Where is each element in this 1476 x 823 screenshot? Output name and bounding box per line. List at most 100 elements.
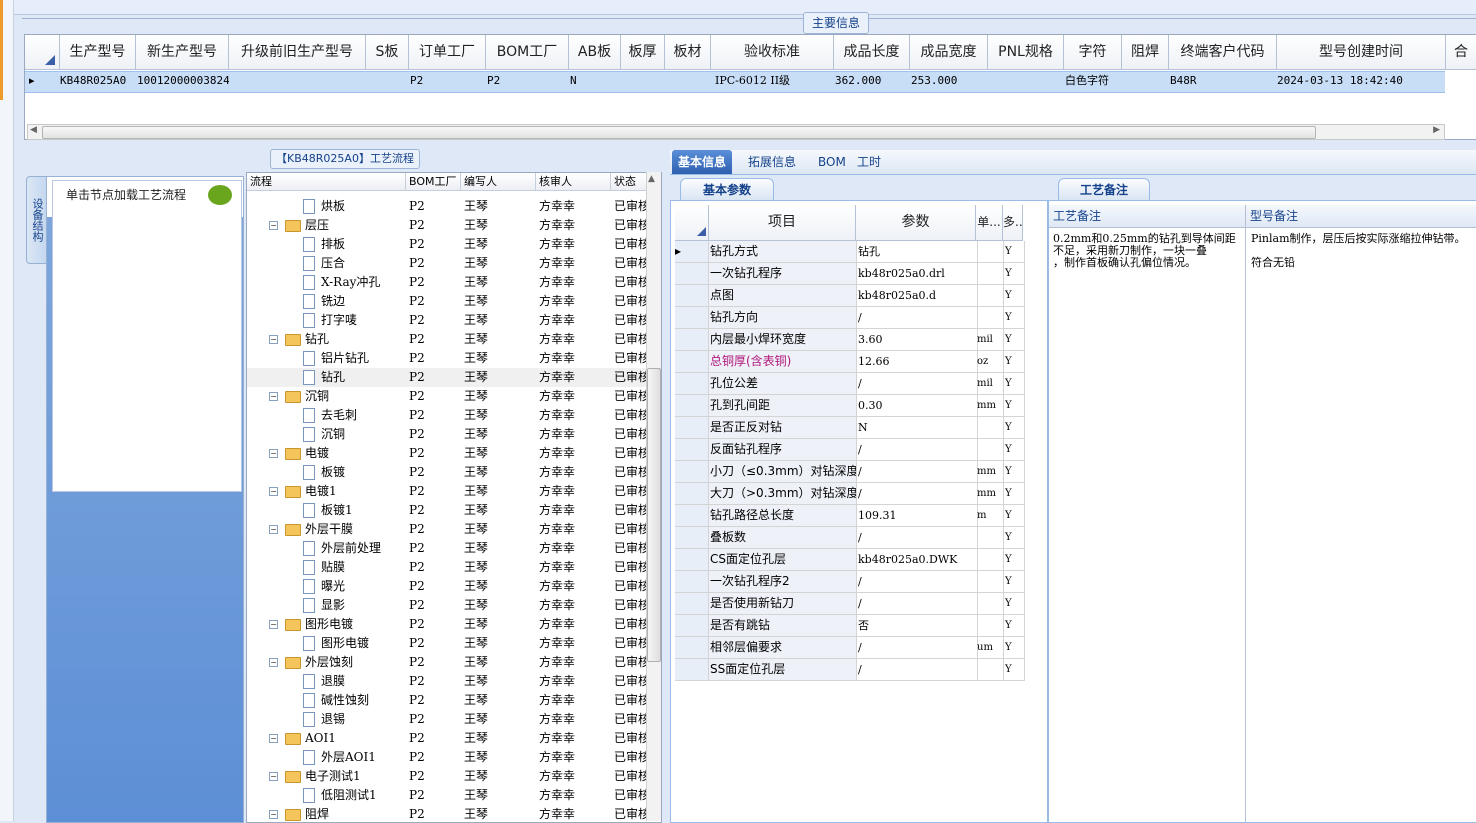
tree-col-writer[interactable]: 编写人 [461, 173, 536, 191]
tree-row[interactable]: 退膜 P2 王琴 方幸幸 已审核 [247, 672, 647, 691]
col-header-old-prod-model[interactable]: 升级前旧生产型号 [229, 35, 366, 70]
tree-row[interactable]: 显影 P2 王琴 方幸幸 已审核 [247, 596, 647, 615]
tree-row[interactable]: − 电子测试1 P2 王琴 方幸幸 已审核 [247, 767, 647, 786]
param-row[interactable]: 钻孔路径总长度 109.31 m Y [675, 505, 1025, 527]
param-value[interactable]: / [856, 527, 978, 549]
cell-new-prod-model[interactable]: 10012000003824 [133, 71, 229, 91]
scroll-thumb[interactable] [42, 126, 1316, 139]
param-row[interactable]: ▸ 钻孔方式 钻孔 Y [675, 241, 1025, 263]
tab-work-hours[interactable]: 工时 [851, 150, 887, 174]
param-value[interactable]: 钻孔 [856, 241, 978, 263]
tab-basic-params[interactable]: 基本参数 [680, 178, 774, 201]
param-value[interactable]: / [856, 439, 978, 461]
param-value[interactable]: / [856, 483, 978, 505]
param-row[interactable]: 大刀（>0.3mm）对钻深度 / mm Y [675, 483, 1025, 505]
load-process-label[interactable]: 单击节点加载工艺流程 [66, 186, 186, 203]
param-row[interactable]: 钻孔方向 / Y [675, 307, 1025, 329]
tree-row[interactable]: 贴膜 P2 王琴 方幸幸 已审核 [247, 558, 647, 577]
scroll-up-icon[interactable]: ▲ [648, 174, 655, 184]
param-row[interactable]: 小刀（≤0.3mm）对钻深度 / mm Y [675, 461, 1025, 483]
param-value[interactable]: / [856, 659, 978, 681]
tree-row[interactable]: 外层AOI1 P2 王琴 方幸幸 已审核 [247, 748, 647, 767]
col-header-prod-model[interactable]: 生产型号 [60, 35, 136, 70]
model-notes-text[interactable]: Pinlam制作，层压后按实际涨缩拉伸钻带。 符合无铅 [1251, 233, 1475, 269]
tree-row[interactable]: − 电镀1 P2 王琴 方幸幸 已审核 [247, 482, 647, 501]
tree-row[interactable]: − 电镀 P2 王琴 方幸幸 已审核 [247, 444, 647, 463]
tree-row[interactable]: 去毛刺 P2 王琴 方幸幸 已审核 [247, 406, 647, 425]
col-header-material[interactable]: 板材 [665, 35, 711, 70]
tree-row[interactable]: 钻孔 P2 王琴 方幸幸 已审核 [247, 368, 647, 387]
col-header-more[interactable]: 合 [1446, 35, 1476, 70]
tree-row[interactable]: 碱性蚀刻 P2 王琴 方幸幸 已审核 [247, 691, 647, 710]
cell-customer-code[interactable]: B48R [1166, 71, 1270, 91]
side-tab-equipment[interactable]: 设备结构 [26, 176, 48, 264]
param-value[interactable]: N [856, 417, 978, 439]
params-col-multi[interactable]: 多... [1003, 205, 1023, 241]
param-row[interactable]: 是否使用新钻刀 / Y [675, 593, 1025, 615]
collapse-icon[interactable]: − [269, 772, 278, 781]
collapse-icon[interactable]: − [269, 392, 278, 401]
param-value[interactable]: / [856, 637, 978, 659]
cell-acceptance[interactable]: IPC-6012 II级 [711, 71, 835, 91]
col-header-ab-board[interactable]: AB板 [569, 35, 621, 70]
tree-row[interactable]: 板镀1 P2 王琴 方幸幸 已审核 [247, 501, 647, 520]
tab-bom[interactable]: BOM [812, 150, 852, 174]
cell-bom-factory[interactable]: P2 [483, 71, 569, 91]
cell-prod-model[interactable]: KB48R025A0 [56, 71, 136, 91]
cell-width[interactable]: 253.000 [907, 71, 989, 91]
col-header-customer-code[interactable]: 终端客户代码 [1169, 35, 1277, 70]
param-value[interactable]: 否 [856, 615, 978, 637]
tree-row[interactable]: 打字唛 P2 王琴 方幸幸 已审核 [247, 311, 647, 330]
tree-col-flow[interactable]: 流程 [247, 173, 406, 191]
tree-row[interactable]: 曝光 P2 王琴 方幸幸 已审核 [247, 577, 647, 596]
tree-row[interactable]: 排板 P2 王琴 方幸幸 已审核 [247, 235, 647, 254]
col-header-created[interactable]: 型号创建时间 [1277, 35, 1446, 70]
param-row[interactable]: 孔到孔间距 0.30 mm Y [675, 395, 1025, 417]
param-value[interactable]: / [856, 571, 978, 593]
collapse-icon[interactable]: − [269, 221, 278, 230]
scroll-left-icon[interactable]: ◀ [30, 125, 37, 135]
param-value[interactable]: 3.60 [856, 329, 978, 351]
tree-row[interactable]: − 图形电镀 P2 王琴 方幸幸 已审核 [247, 615, 647, 634]
param-row[interactable]: CS面定位孔层 kb48r025a0.DWK Y [675, 549, 1025, 571]
tab-extended-info[interactable]: 拓展信息 [742, 150, 802, 174]
params-col-unit[interactable]: 单... [976, 205, 1003, 241]
tree-col-bom-factory[interactable]: BOM工厂 [406, 173, 461, 191]
tree-row[interactable]: − 沉铜 P2 王琴 方幸幸 已审核 [247, 387, 647, 406]
tree-row[interactable]: 压合 P2 王琴 方幸幸 已审核 [247, 254, 647, 273]
col-header-width[interactable]: 成品宽度 [910, 35, 988, 70]
col-header-acceptance[interactable]: 验收标准 [711, 35, 834, 70]
collapse-icon[interactable]: − [269, 620, 278, 629]
param-row[interactable]: 一次钻孔程序2/ Y [675, 571, 1025, 593]
tree-scroll-thumb[interactable] [647, 368, 661, 662]
tree-row[interactable]: − 钻孔 P2 王琴 方幸幸 已审核 [247, 330, 647, 349]
tree-col-status[interactable]: 状态 [611, 173, 651, 191]
col-header-pnl[interactable]: PNL规格 [988, 35, 1064, 70]
scroll-right-icon[interactable]: ▶ [1433, 125, 1440, 135]
tree-row[interactable]: − AOI1 P2 王琴 方幸幸 已审核 [247, 729, 647, 748]
tree-col-reviewer[interactable]: 核审人 [536, 173, 611, 191]
param-row[interactable]: 点图 kb48r025a0.d Y [675, 285, 1025, 307]
tree-row[interactable]: − 外层干膜 P2 王琴 方幸幸 已审核 [247, 520, 647, 539]
tree-row[interactable]: 图形电镀 P2 王琴 方幸幸 已审核 [247, 634, 647, 653]
cell-length[interactable]: 362.000 [831, 71, 911, 91]
cell-created[interactable]: 2024-03-13 18:42:40 [1273, 71, 1447, 91]
param-row[interactable]: 孔位公差 / mil Y [675, 373, 1025, 395]
collapse-icon[interactable]: − [269, 335, 278, 344]
param-row[interactable]: 一次钻孔程序 kb48r025a0.drl Y [675, 263, 1025, 285]
param-value[interactable]: kb48r025a0.d [856, 285, 978, 307]
param-value[interactable]: / [856, 461, 978, 483]
col-header-char[interactable]: 字符 [1064, 35, 1122, 70]
param-value[interactable]: 109.31 [856, 505, 978, 527]
tree-row[interactable]: 外层前处理 P2 王琴 方幸幸 已审核 [247, 539, 647, 558]
param-value[interactable]: / [856, 593, 978, 615]
param-row[interactable]: 内层最小焊环宽度 3.60 mil Y [675, 329, 1025, 351]
collapse-icon[interactable]: − [269, 658, 278, 667]
param-row[interactable]: 是否有跳钻否 Y [675, 615, 1025, 637]
param-row[interactable]: 相邻层偏要求 / um Y [675, 637, 1025, 659]
param-value[interactable]: kb48r025a0.drl [856, 263, 978, 285]
tab-basic-info[interactable]: 基本信息 [672, 150, 733, 174]
cell-char[interactable]: 白色字符 [1061, 71, 1125, 91]
collapse-icon[interactable]: − [269, 810, 278, 819]
tree-row[interactable]: 沉铜 P2 王琴 方幸幸 已审核 [247, 425, 647, 444]
